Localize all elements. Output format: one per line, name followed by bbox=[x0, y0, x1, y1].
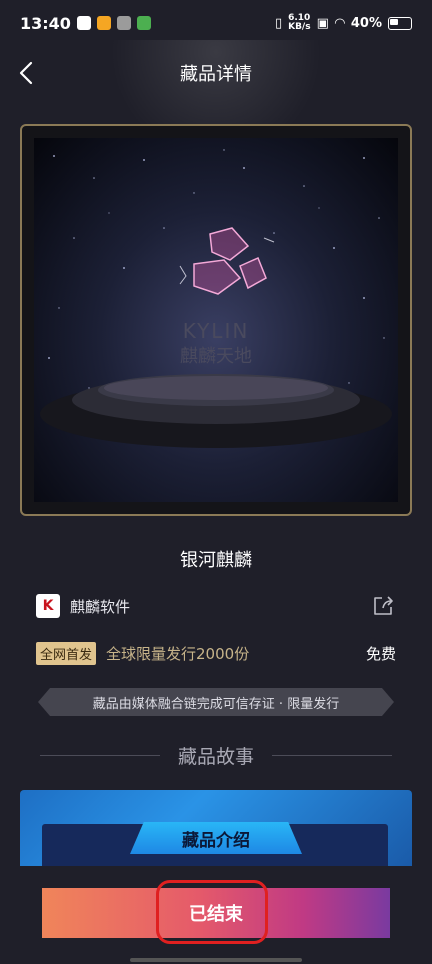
app-notification-icon bbox=[76, 16, 91, 30]
svg-text:KYLIN: KYLIN bbox=[183, 319, 250, 343]
status-time: 13:40 bbox=[20, 13, 71, 33]
net-speed: 6.10 KB/s bbox=[288, 14, 310, 32]
share-icon[interactable] bbox=[370, 593, 396, 619]
creator-logo-letter: K bbox=[42, 598, 54, 614]
artwork-frame: KYLIN 麒麟天地 bbox=[20, 124, 412, 516]
app-notification-icon bbox=[136, 16, 151, 30]
app-notification-icon bbox=[116, 16, 131, 30]
home-indicator bbox=[130, 958, 302, 962]
creator-logo: K bbox=[36, 594, 60, 618]
wifi-icon: ◠ bbox=[334, 15, 345, 31]
chevron-left-icon[interactable] bbox=[14, 60, 40, 86]
sim-icon: ▣ bbox=[316, 15, 329, 31]
divider-line bbox=[272, 754, 393, 756]
first-release-badge: 全网首发 bbox=[36, 641, 97, 665]
info-row: 全网首发 全球限量发行2000份 免费 bbox=[36, 641, 396, 665]
app-notification-icon bbox=[96, 16, 111, 30]
chain-notice-text: 藏品由媒体融合链完成可信存证 · 限量发行 bbox=[92, 696, 340, 712]
chain-notice-ribbon: 藏品由媒体融合链完成可信存证 · 限量发行 bbox=[38, 688, 394, 716]
highlight-annotation-ring bbox=[156, 880, 268, 944]
story-card-title: 藏品介绍 bbox=[130, 822, 302, 854]
story-card-title-text: 藏品介绍 bbox=[182, 830, 250, 851]
status-right: ▯ 6.10 KB/s ▣ ◠ 40% bbox=[275, 14, 412, 32]
story-section-header: 藏品故事 bbox=[40, 740, 393, 770]
status-left: 13:40 bbox=[20, 14, 151, 33]
status-bar: 13:40 ▯ 6.10 KB/s ▣ ◠ 40% bbox=[0, 0, 432, 46]
page-title: 藏品详情 bbox=[180, 64, 252, 85]
artwork-illustration: KYLIN 麒麟天地 bbox=[40, 149, 392, 448]
price: 免费 bbox=[365, 644, 396, 663]
creator-name[interactable]: 麒麟软件 bbox=[70, 596, 130, 617]
battery-percent: 40% bbox=[350, 15, 382, 31]
limit-text: 全球限量发行2000份 bbox=[106, 644, 250, 663]
nft-artwork[interactable]: KYLIN 麒麟天地 bbox=[34, 138, 398, 502]
story-card: 藏品介绍 bbox=[20, 790, 412, 870]
creator-row: K 麒麟软件 bbox=[36, 592, 396, 620]
net-speed-unit: KB/s bbox=[288, 22, 311, 32]
divider-line bbox=[40, 754, 160, 756]
vibrate-icon: ▯ bbox=[274, 15, 283, 31]
header: 藏品详情 bbox=[0, 46, 432, 100]
story-section-title: 藏品故事 bbox=[178, 745, 255, 768]
nft-name: 银河麒麟 bbox=[180, 550, 252, 571]
battery-icon bbox=[388, 16, 412, 30]
svg-text:麒麟天地: 麒麟天地 bbox=[180, 346, 252, 367]
